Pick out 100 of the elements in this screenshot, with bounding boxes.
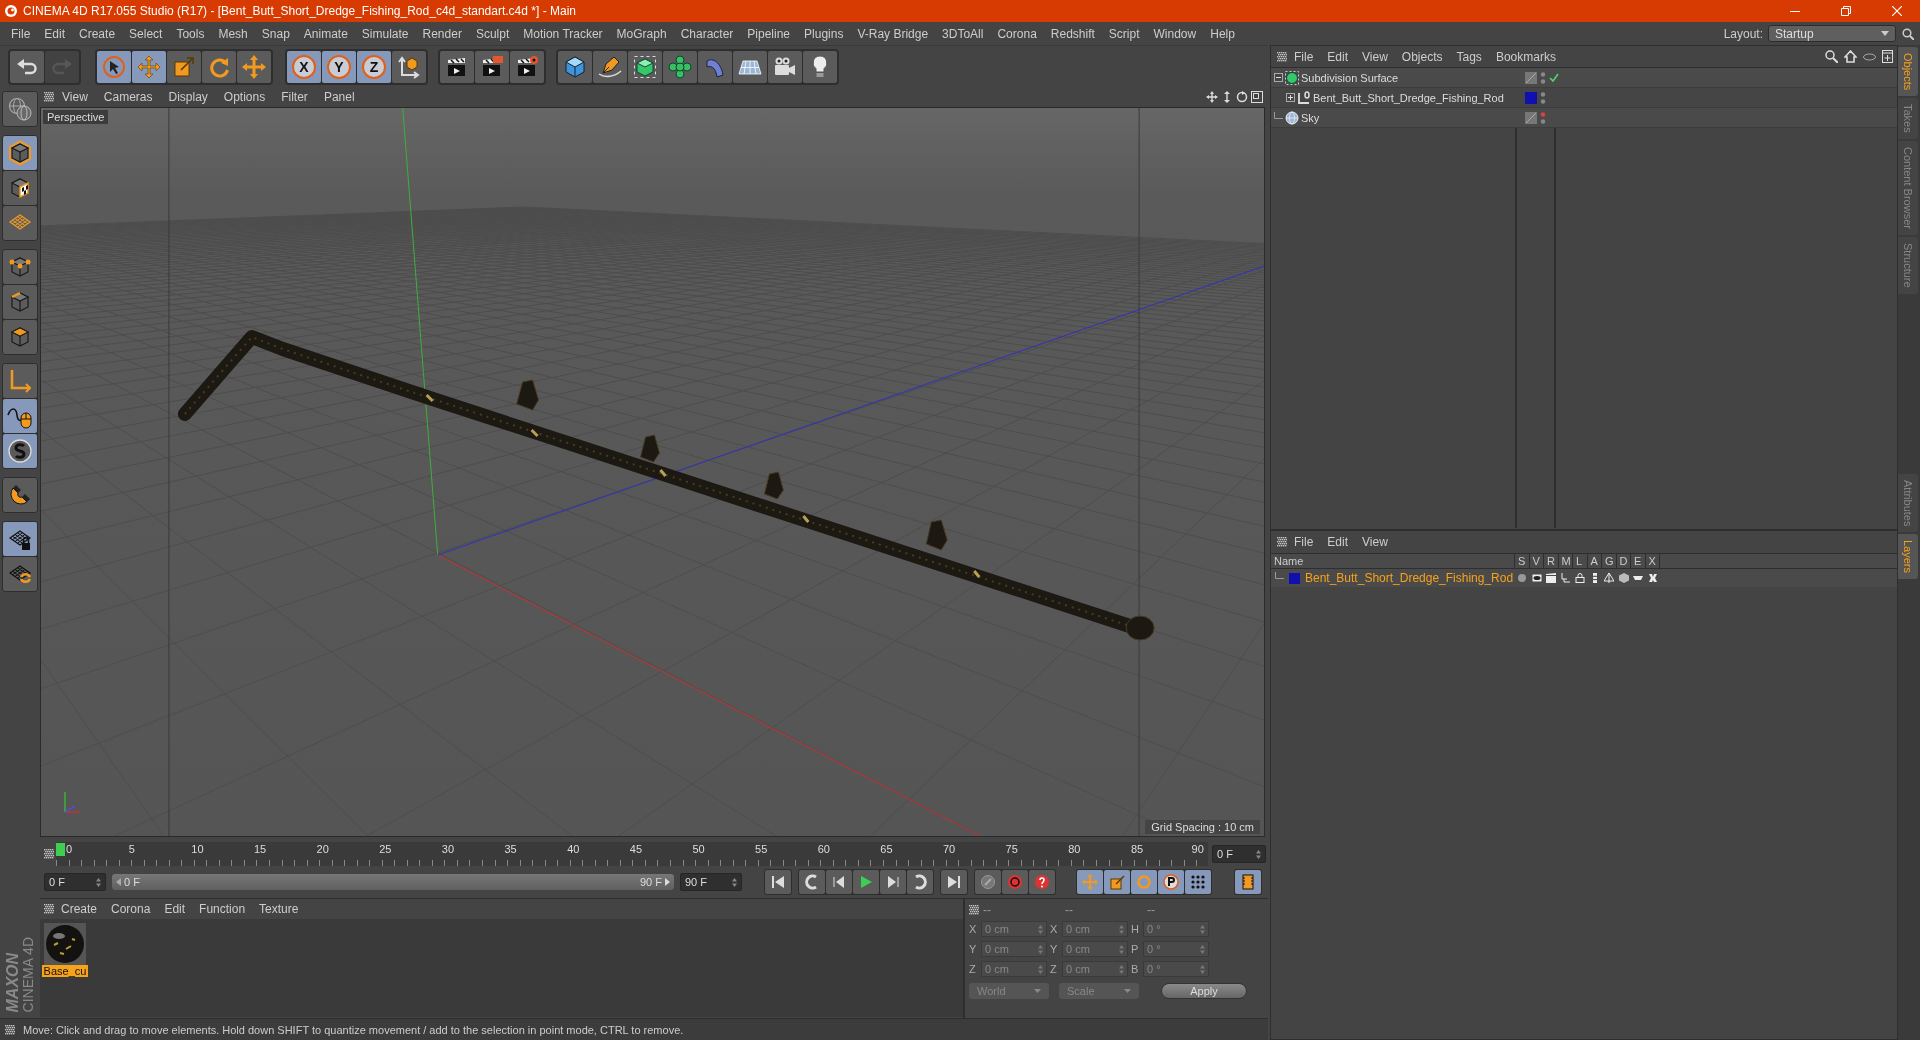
menu-item[interactable]: Bookmarks	[1488, 49, 1563, 64]
menu-item[interactable]: File	[1287, 535, 1321, 549]
menu-item[interactable]: View	[1355, 49, 1395, 64]
expand-toggle[interactable]	[1286, 93, 1295, 102]
render-picture-button[interactable]	[475, 50, 509, 83]
timeline-button[interactable]	[1235, 870, 1261, 894]
object-name[interactable]: Bent_Butt_Short_Dredge_Fishing_Rod	[1313, 91, 1504, 104]
column-header[interactable]: S	[1515, 554, 1530, 568]
column-header[interactable]: X	[1645, 554, 1660, 568]
menu-item[interactable]: Tags	[1449, 49, 1489, 64]
keyframe-button[interactable]	[975, 870, 1001, 894]
menu-item[interactable]: Motion Tracker	[516, 26, 610, 41]
menu-item[interactable]: Objects	[1394, 49, 1450, 64]
menu-item[interactable]: Mesh	[211, 26, 255, 41]
range-slider-fill[interactable]: 0 F 90 F	[112, 874, 674, 890]
deformer-button[interactable]	[698, 50, 732, 83]
polygons-mode-button[interactable]	[3, 320, 37, 354]
first-frame-button[interactable]	[765, 870, 791, 894]
move-tool-button[interactable]	[132, 50, 166, 83]
menu-item[interactable]: Help	[1203, 26, 1242, 41]
snap-button[interactable]	[3, 478, 37, 512]
column-header[interactable]: L	[1573, 554, 1588, 568]
current-frame-field[interactable]: 0 F	[1212, 845, 1266, 863]
undo-button[interactable]	[10, 50, 44, 83]
menu-item[interactable]: Plugins	[797, 26, 851, 41]
record-button[interactable]	[1002, 870, 1028, 894]
column-header[interactable]: R	[1544, 554, 1559, 568]
menu-item[interactable]: Animate	[296, 26, 355, 41]
panel-tab[interactable]: Objects	[1898, 47, 1918, 97]
view-tool-button[interactable]	[3, 92, 37, 126]
layout-dropdown[interactable]: Startup	[1768, 25, 1896, 42]
point-level-button[interactable]	[1185, 870, 1211, 894]
last-frame-button[interactable]	[941, 870, 967, 894]
soft-selection-button[interactable]	[3, 434, 37, 468]
column-header[interactable]: Name	[1271, 554, 1515, 568]
menu-item[interactable]: Redshift	[1043, 26, 1102, 41]
render-settings-button[interactable]	[510, 50, 544, 83]
pen-button[interactable]	[593, 50, 627, 83]
object-name[interactable]: Sky	[1301, 111, 1320, 124]
floor-button[interactable]	[733, 50, 767, 83]
timeline-ruler[interactable]: 0 5 10 15 20 25 30 35 40 45 50 55 60 65 70 75 80 85 90	[56, 842, 1208, 866]
autokey-button[interactable]	[1029, 870, 1055, 894]
subdivision-button[interactable]	[628, 50, 662, 83]
column-header[interactable]: G	[1602, 554, 1617, 568]
axis-lock-button[interactable]: Z	[357, 50, 391, 83]
menu-item[interactable]: Texture	[252, 902, 306, 916]
previous-key-button[interactable]	[799, 870, 825, 894]
menu-item[interactable]: Edit	[37, 26, 73, 41]
axis-lock-button[interactable]: X	[287, 50, 321, 83]
parameter-key-button[interactable]	[1158, 870, 1184, 894]
menu-item[interactable]: Display	[160, 90, 216, 104]
planar-workplane-button[interactable]	[3, 557, 37, 591]
menu-item[interactable]: Create	[54, 902, 105, 916]
axis-mode-button[interactable]	[3, 364, 37, 398]
previous-frame-button[interactable]	[826, 870, 852, 894]
next-key-button[interactable]	[907, 870, 933, 894]
coordinate-system-button[interactable]	[392, 50, 426, 83]
menu-item[interactable]: Script	[1101, 26, 1147, 41]
scale-key-button[interactable]	[1104, 870, 1130, 894]
column-header[interactable]: A	[1587, 554, 1602, 568]
light-button[interactable]	[803, 50, 837, 83]
menu-item[interactable]: Pipeline	[740, 26, 798, 41]
menu-item[interactable]: File	[4, 26, 38, 41]
end-frame-field[interactable]: 90 F	[680, 873, 742, 891]
next-frame-button[interactable]	[880, 870, 906, 894]
start-frame-field[interactable]: 0 F	[44, 873, 106, 891]
cloner-button[interactable]	[663, 50, 697, 83]
apply-button[interactable]: Apply	[1161, 983, 1247, 999]
menu-item[interactable]: Edit	[1320, 49, 1356, 64]
select-tool-button[interactable]	[97, 50, 131, 83]
menu-item[interactable]: 3DToAll	[935, 26, 991, 41]
menu-item[interactable]: Filter	[273, 90, 316, 104]
menu-item[interactable]: Snap	[254, 26, 297, 41]
column-header[interactable]: E	[1631, 554, 1646, 568]
menu-item[interactable]: Cameras	[95, 90, 161, 104]
render-view-button[interactable]	[440, 50, 474, 83]
points-mode-button[interactable]	[3, 250, 37, 284]
camera-button[interactable]	[768, 50, 802, 83]
menu-item[interactable]: Create	[72, 26, 123, 41]
playhead-marker[interactable]	[56, 843, 65, 856]
menu-item[interactable]: Window	[1146, 26, 1204, 41]
menu-item[interactable]: File	[1287, 49, 1321, 64]
menu-item[interactable]: View	[54, 90, 96, 104]
menu-item[interactable]: Corona	[104, 902, 158, 916]
column-header[interactable]: D	[1616, 554, 1631, 568]
transform-tool-button[interactable]	[237, 50, 271, 83]
menu-item[interactable]: Options	[215, 90, 274, 104]
material-name[interactable]: Base_cu	[41, 965, 89, 977]
menu-item[interactable]: Edit	[157, 902, 193, 916]
menu-item[interactable]: Function	[192, 902, 253, 916]
menu-item[interactable]: Corona	[990, 26, 1044, 41]
menu-item[interactable]: Tools	[169, 26, 212, 41]
menu-item[interactable]: View	[1355, 535, 1395, 549]
menu-item[interactable]: Simulate	[354, 26, 416, 41]
menu-item[interactable]: Panel	[315, 90, 363, 104]
column-header[interactable]: M	[1558, 554, 1573, 568]
tweak-mode-button[interactable]	[3, 399, 37, 433]
menu-item[interactable]: Edit	[1320, 535, 1356, 549]
object-name[interactable]: Subdivision Surface	[1301, 71, 1399, 84]
menu-item[interactable]: Character	[673, 26, 741, 41]
